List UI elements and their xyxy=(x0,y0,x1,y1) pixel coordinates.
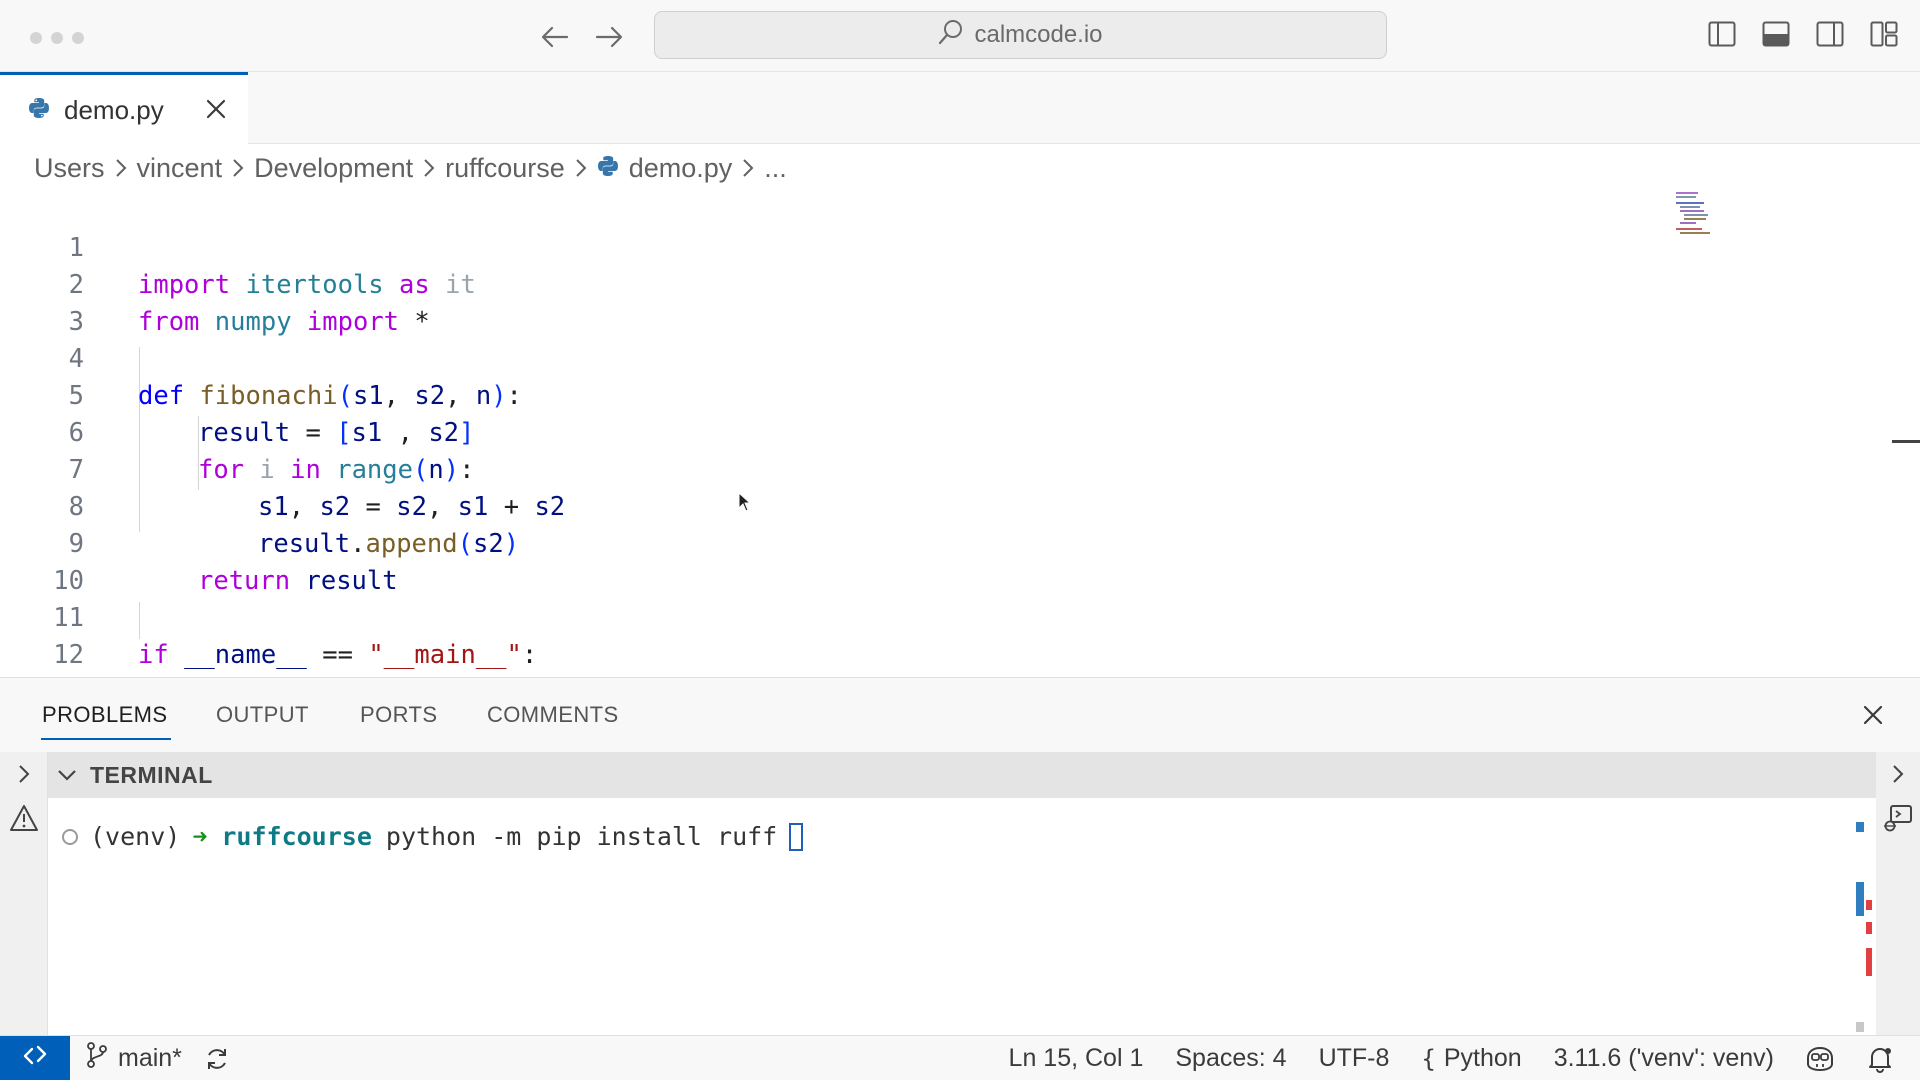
minimize-window-dot[interactable] xyxy=(51,32,63,44)
forward-arrow-icon[interactable] xyxy=(592,20,626,54)
breadcrumb-item[interactable]: Development xyxy=(254,153,413,184)
python-file-icon xyxy=(28,95,50,126)
code-line: 1 import itertools as it xyxy=(0,193,1900,300)
terminal-command: python -m pip install ruff xyxy=(385,822,778,851)
copilot-icon[interactable] xyxy=(1804,1046,1836,1072)
command-status-circle-icon xyxy=(62,829,78,845)
remote-indicator[interactable] xyxy=(0,1036,70,1080)
terminal-debug-icon[interactable] xyxy=(1882,802,1914,834)
chevron-right-icon xyxy=(742,158,754,178)
terminal-prompt-line: (venv) ➜ ruffcourse python -m pip instal… xyxy=(62,820,804,854)
cursor-position[interactable]: Ln 15, Col 1 xyxy=(1009,1044,1144,1073)
panel-tab-bar: PROBLEMS OUTPUT PORTS COMMENTS xyxy=(0,678,1920,752)
prompt-arrow: ➜ xyxy=(192,822,208,851)
breadcrumb: Users vincent Development ruffcourse dem… xyxy=(34,150,787,186)
code-line: 6 for i in range(n): xyxy=(0,378,1900,485)
terminal-env: (venv) xyxy=(90,822,181,851)
tab-ports[interactable]: PORTS xyxy=(360,702,437,728)
chevron-right-icon xyxy=(115,158,127,178)
terminal-section-header[interactable]: TERMINAL xyxy=(48,752,1876,798)
code-line: 10 xyxy=(0,526,1900,596)
code-line: 8 result.append(s2) xyxy=(0,452,1900,559)
warning-icon[interactable] xyxy=(8,802,40,834)
bottom-panel: PROBLEMS OUTPUT PORTS COMMENTS TERMINAL … xyxy=(0,677,1920,1036)
status-bar: main* Ln 15, Col 1 Spaces: 4 UTF-8 { Pyt… xyxy=(0,1035,1920,1080)
close-window-dot[interactable] xyxy=(30,32,42,44)
close-tab-icon[interactable] xyxy=(200,93,232,125)
terminal-overview-ruler[interactable] xyxy=(1854,798,1874,1036)
toggle-panel-icon[interactable] xyxy=(1762,20,1790,48)
editor-tab-bar: demo.py xyxy=(0,72,1920,145)
breadcrumb-item[interactable]: vincent xyxy=(137,153,223,184)
terminal-cursor xyxy=(789,823,804,851)
git-branch-icon xyxy=(86,1042,108,1075)
tab-label: demo.py xyxy=(64,94,164,125)
code-line: 9 return result xyxy=(0,489,1900,596)
back-arrow-icon[interactable] xyxy=(538,20,572,54)
terminal[interactable]: (venv) ➜ ruffcourse python -m pip instal… xyxy=(48,798,1876,1036)
branch-name: main* xyxy=(118,1044,182,1072)
chevron-right-icon[interactable] xyxy=(8,758,40,790)
terminal-directory: ruffcourse xyxy=(221,822,372,851)
tab-demo-py[interactable]: demo.py xyxy=(0,72,248,145)
chevron-right-icon xyxy=(232,158,244,178)
terminal-section-title: TERMINAL xyxy=(90,761,213,788)
indentation-setting[interactable]: Spaces: 4 xyxy=(1175,1044,1286,1073)
tab-problems[interactable]: PROBLEMS xyxy=(40,702,172,740)
layout-controls xyxy=(1708,20,1898,48)
editor-scrollbar-cursor-marker xyxy=(1892,440,1920,443)
language-label: Python xyxy=(1443,1044,1522,1072)
braces-icon: { xyxy=(1421,1044,1436,1073)
panel-right-rail xyxy=(1876,752,1920,1036)
minimap[interactable] xyxy=(1676,190,1744,238)
encoding-setting[interactable]: UTF-8 xyxy=(1319,1044,1390,1073)
code-line: 2 from numpy import * xyxy=(0,230,1900,337)
code-line: 3 xyxy=(0,267,1900,337)
breadcrumb-symbol[interactable]: ... xyxy=(764,153,787,184)
window-controls[interactable] xyxy=(30,32,84,44)
tab-comments[interactable]: COMMENTS xyxy=(487,702,619,728)
breadcrumb-item[interactable]: ruffcourse xyxy=(445,153,565,184)
code-line: 11 if __name__ == "__main__": xyxy=(0,563,1900,670)
title-bar: calmcode.io xyxy=(0,0,1920,72)
command-center-search[interactable]: calmcode.io xyxy=(654,11,1387,59)
zoom-window-dot[interactable] xyxy=(72,32,84,44)
code-editor[interactable]: 1 import itertools as it 2 from numpy im… xyxy=(0,190,1920,707)
git-branch-status[interactable]: main* xyxy=(86,1036,230,1080)
toggle-primary-sidebar-icon[interactable] xyxy=(1708,20,1736,48)
chevron-right-icon[interactable] xyxy=(1882,758,1914,790)
chevron-down-icon xyxy=(56,768,78,782)
mouse-pointer-icon xyxy=(738,491,752,517)
notifications-bell-icon[interactable] xyxy=(1866,1045,1894,1073)
customize-layout-icon[interactable] xyxy=(1870,20,1898,48)
remote-icon xyxy=(22,1042,48,1075)
status-bar-right: Ln 15, Col 1 Spaces: 4 UTF-8 { Python 3.… xyxy=(977,1036,1920,1080)
breadcrumb-item[interactable]: demo.py xyxy=(629,153,733,184)
language-mode[interactable]: { Python xyxy=(1421,1044,1521,1073)
code-line: 13 xyxy=(0,637,1900,707)
sync-icon[interactable] xyxy=(204,1046,230,1072)
code-line: 12 print(fibonachi(1, 1, 10)) xyxy=(0,600,1900,707)
code-line: 5 result = [s1 , s2] xyxy=(0,341,1900,448)
code-line: 7 s1, s2 = s2, s1 + s2 xyxy=(0,415,1900,522)
python-interpreter[interactable]: 3.11.6 ('venv': venv) xyxy=(1554,1044,1774,1073)
tab-output[interactable]: OUTPUT xyxy=(216,702,309,728)
chevron-right-icon xyxy=(575,158,587,178)
breadcrumb-item[interactable]: Users xyxy=(34,153,105,184)
close-panel-icon[interactable] xyxy=(1856,698,1890,732)
command-center-label: calmcode.io xyxy=(974,21,1103,48)
chevron-right-icon xyxy=(423,158,435,178)
python-file-icon xyxy=(597,153,619,184)
search-icon xyxy=(938,19,964,52)
code-line: 4 def fibonachi(s1, s2, n): xyxy=(0,304,1900,411)
panel-left-rail xyxy=(0,752,48,1036)
toggle-secondary-sidebar-icon[interactable] xyxy=(1816,20,1844,48)
